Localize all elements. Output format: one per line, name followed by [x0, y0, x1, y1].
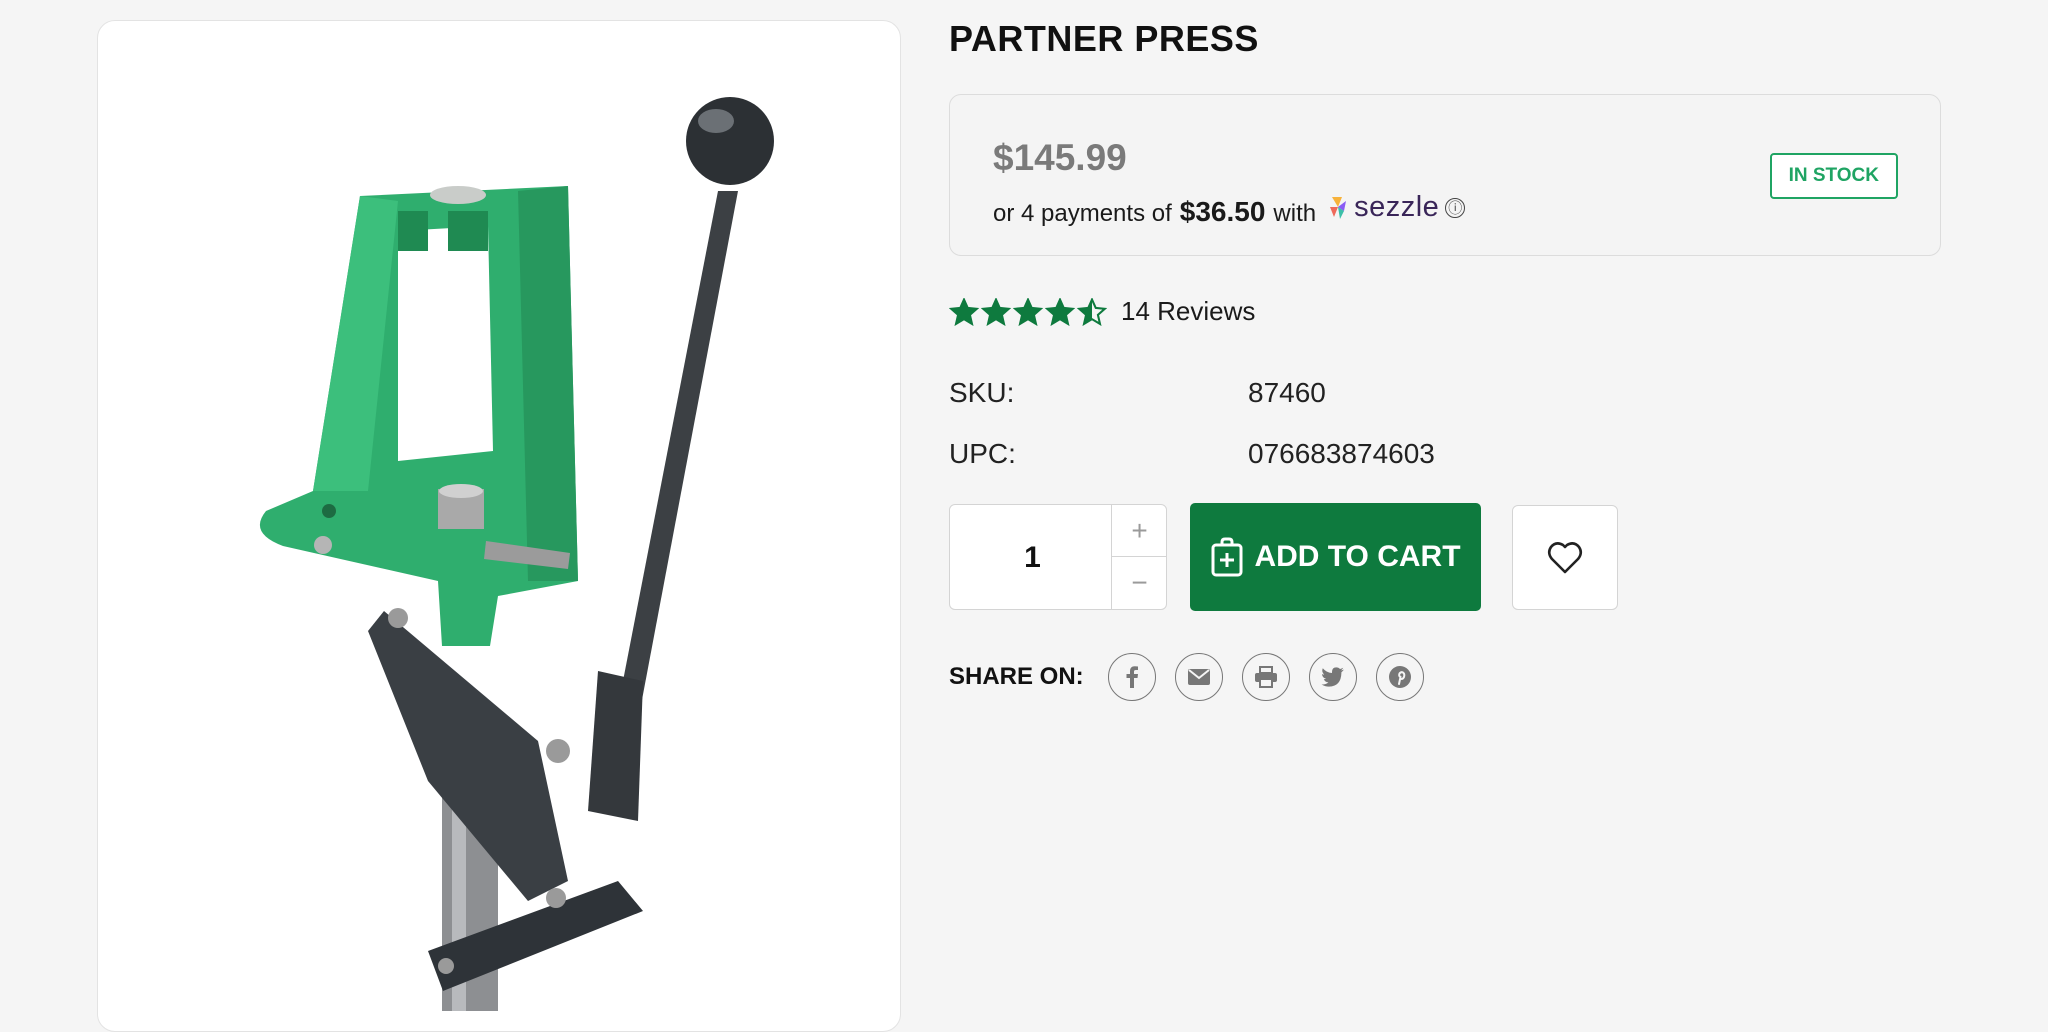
star-icon: [1013, 297, 1043, 326]
sku-value: 87460: [1248, 377, 1326, 408]
info-icon[interactable]: ⓘ: [1445, 197, 1466, 218]
upc-value: 076683874603: [1248, 438, 1435, 469]
sezzle-mark-icon: [1330, 196, 1347, 219]
add-to-cart-label: ADD TO CART: [1254, 540, 1461, 573]
star-icon: [949, 297, 979, 326]
facebook-share-button[interactable]: [1107, 653, 1156, 701]
decrement-button[interactable]: −: [1112, 557, 1167, 609]
installment-amount: $36.50: [1179, 195, 1266, 227]
pinterest-share-button[interactable]: [1375, 653, 1424, 701]
product-image: [259, 97, 774, 1011]
add-to-cart-button[interactable]: ADD TO CART: [1190, 503, 1481, 611]
product-image-card[interactable]: [97, 20, 901, 1032]
price-box: $145.99 or 4 payments of $36.50 with sez…: [949, 94, 1941, 256]
star-icon: [1077, 297, 1107, 326]
share-row: SHARE ON:: [949, 653, 1443, 701]
facebook-icon: [1126, 666, 1138, 688]
star-icon: [1045, 297, 1075, 326]
share-label: SHARE ON:: [949, 663, 1084, 690]
star-rating[interactable]: [949, 297, 1107, 326]
print-share-button[interactable]: [1241, 653, 1290, 701]
sku-row: SKU: 87460: [949, 377, 1326, 409]
sezzle-wordmark: sezzle: [1354, 191, 1440, 223]
quantity-stepper: + −: [949, 504, 1167, 611]
stock-status-badge: IN STOCK: [1769, 153, 1898, 199]
wishlist-button[interactable]: [1512, 505, 1618, 610]
quantity-buttons: + −: [1111, 505, 1167, 609]
twitter-share-button[interactable]: [1308, 653, 1357, 701]
increment-button[interactable]: +: [1112, 505, 1167, 557]
installments-prefix: or 4 payments of: [993, 199, 1172, 227]
heart-icon: [1547, 541, 1583, 573]
email-icon: [1187, 669, 1210, 685]
print-icon: [1254, 666, 1277, 688]
rating-row: 14 Reviews: [949, 296, 1255, 327]
sezzle-logo[interactable]: sezzle ⓘ: [1326, 191, 1466, 224]
installments-text: or 4 payments of $36.50 with sezzle ⓘ: [993, 191, 1466, 228]
product-price: $145.99: [993, 137, 1127, 178]
shopping-bag-icon: [1211, 537, 1243, 577]
sku-label: SKU:: [949, 377, 1015, 408]
product-title: PARTNER PRESS: [949, 18, 1259, 59]
twitter-icon: [1321, 667, 1344, 687]
pinterest-icon: [1388, 666, 1411, 688]
email-share-button[interactable]: [1174, 653, 1223, 701]
reviews-link[interactable]: 14 Reviews: [1121, 296, 1255, 327]
quantity-input[interactable]: [950, 505, 1115, 611]
upc-label: UPC:: [949, 438, 1016, 469]
installments-with: with: [1273, 199, 1317, 227]
star-icon: [981, 297, 1011, 326]
upc-row: UPC: 076683874603: [949, 438, 1435, 470]
